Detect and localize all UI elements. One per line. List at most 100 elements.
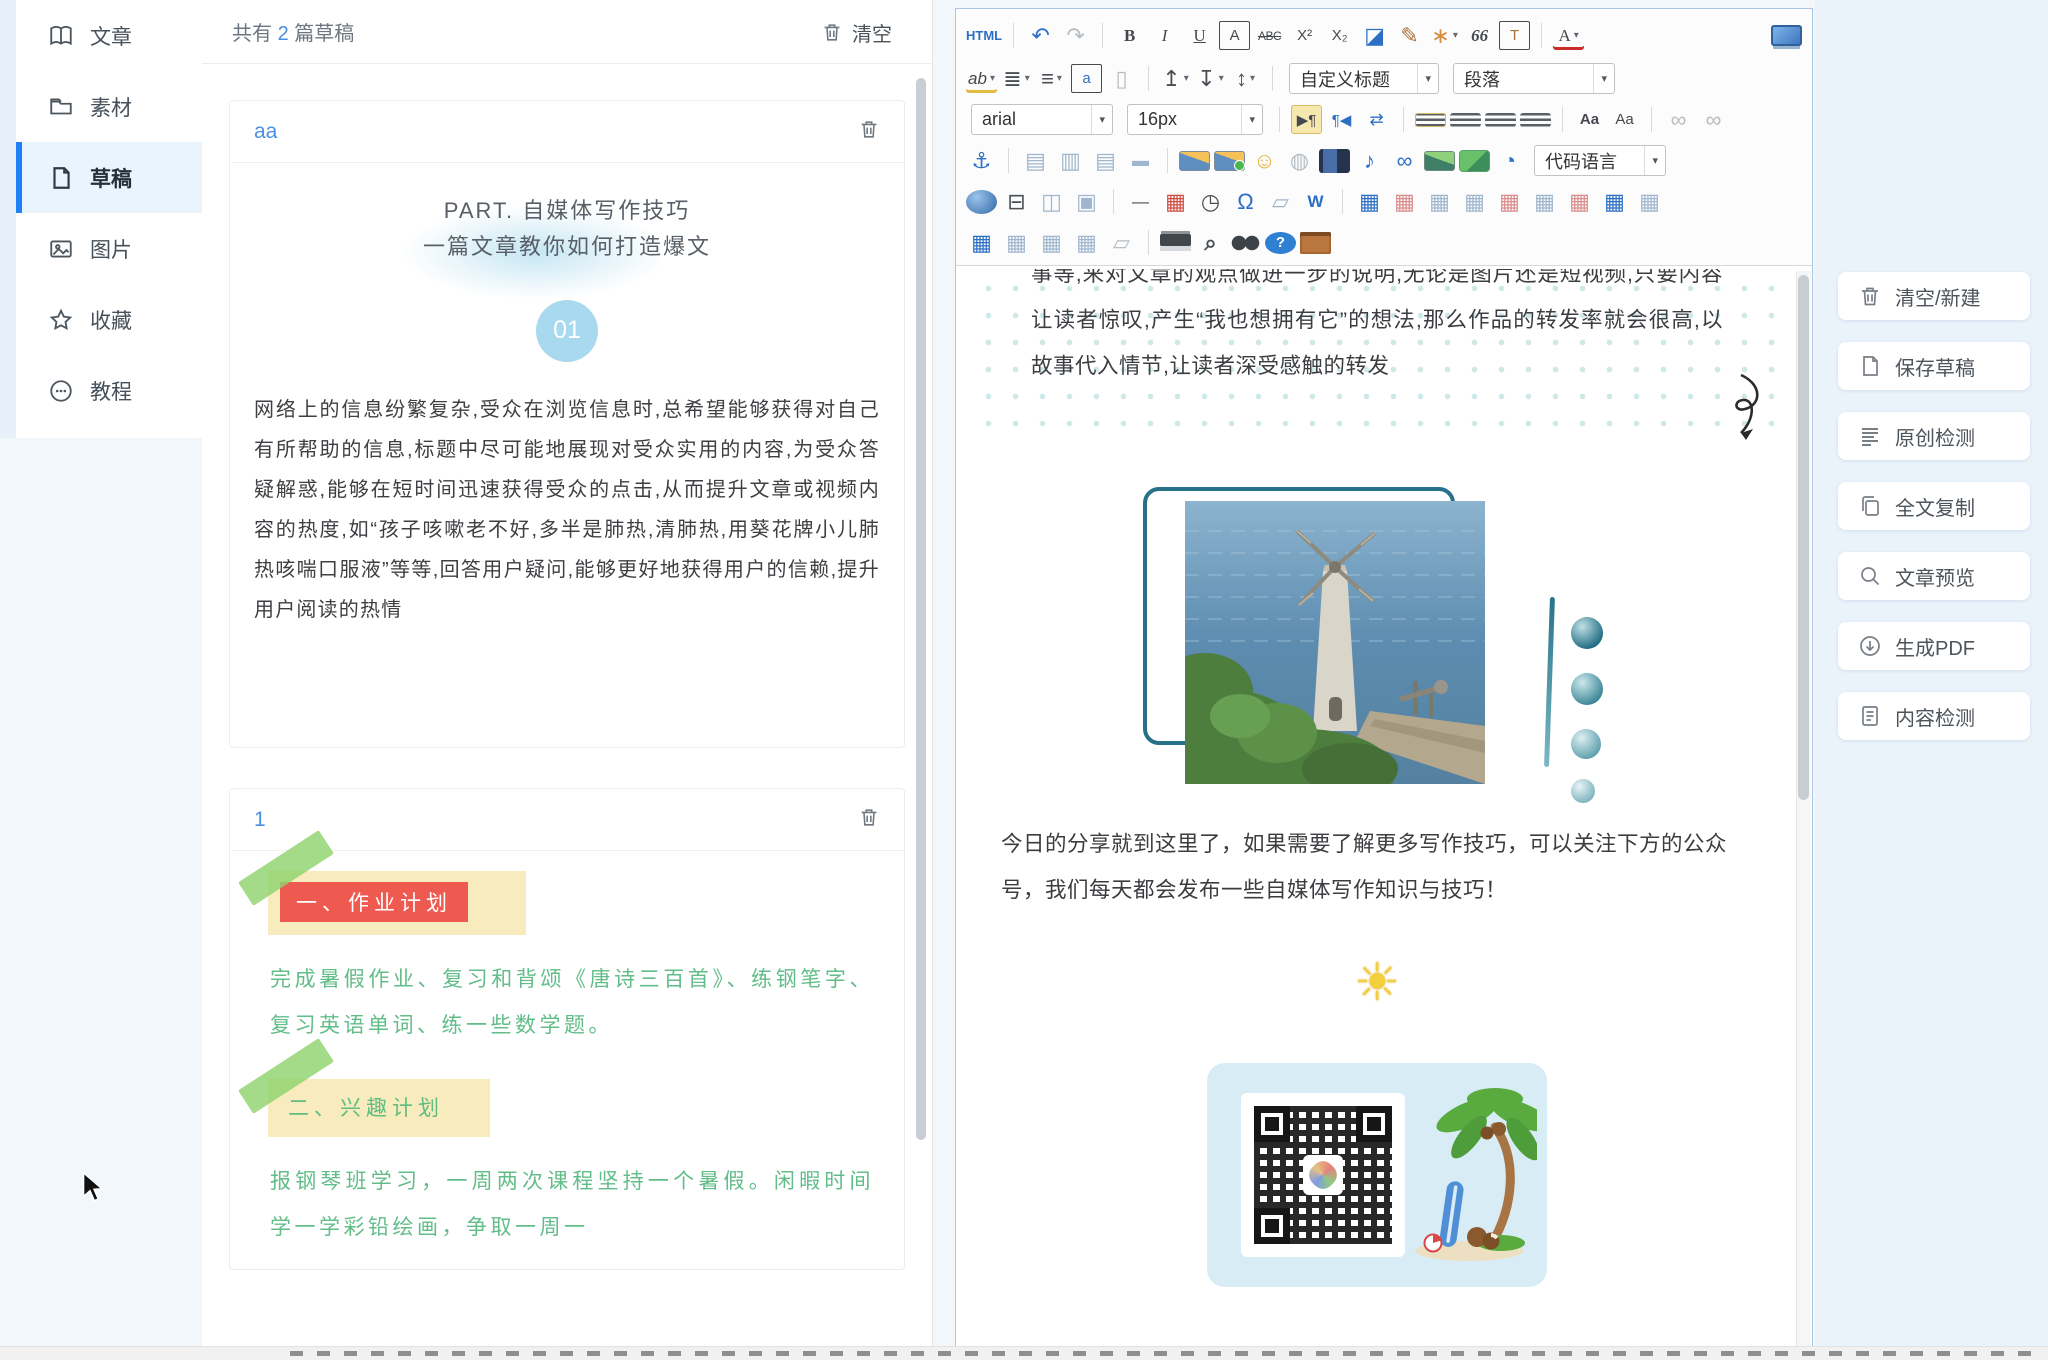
delete-row-button[interactable]: ▦ xyxy=(1494,187,1525,216)
sidebar-item-drafts[interactable]: 草稿 xyxy=(16,142,202,213)
outdent-button[interactable]: ¶◀ xyxy=(1326,105,1357,134)
undo-button[interactable]: ↶ xyxy=(1025,21,1056,50)
code-language-select[interactable]: 代码语言▾ xyxy=(1534,145,1666,176)
attachment-button[interactable]: ∞ xyxy=(1389,146,1420,175)
unordered-list-button[interactable]: ≡▾ xyxy=(1036,64,1067,93)
image-align-center-button[interactable]: ▥ xyxy=(1055,146,1086,175)
line-height-button[interactable]: ↕▾ xyxy=(1230,64,1261,93)
bottom-horizontal-scrollbar[interactable] xyxy=(0,1346,2048,1360)
delete-column-button[interactable]: ▦ xyxy=(1564,187,1595,216)
italic-button[interactable]: I xyxy=(1149,21,1180,50)
merge-cells-button[interactable]: ▦ xyxy=(1599,187,1630,216)
font-color-button[interactable]: A▾ xyxy=(1553,21,1584,50)
article-preview-button[interactable]: 文章预览 xyxy=(1838,552,2030,600)
ordered-list-button[interactable]: ≣▾ xyxy=(1001,64,1032,93)
quick-format-button[interactable]: ▱ xyxy=(1265,187,1296,216)
image-block-button[interactable]: ▬ xyxy=(1125,146,1156,175)
save-draft-button[interactable]: 保存草稿 xyxy=(1838,342,2030,390)
align-right-button[interactable] xyxy=(1485,113,1516,127)
paste-as-text-button[interactable]: T xyxy=(1499,21,1530,50)
insert-map-button[interactable] xyxy=(1459,150,1490,172)
format-painter-button[interactable]: ✎ xyxy=(1394,21,1425,50)
sidebar-item-tutorials[interactable]: 教程 xyxy=(16,355,202,426)
template-button[interactable]: ▣ xyxy=(1071,187,1102,216)
generate-pdf-button[interactable]: 生成PDF xyxy=(1838,622,2030,670)
clear-doc-button[interactable]: ▱ xyxy=(1106,228,1137,257)
windmill-image-block[interactable] xyxy=(1137,487,1617,807)
draft-card-2[interactable]: 1 一、作业计划 完成暑假作业、复习和背颂《唐诗三百首》、练钢笔字、复习英语单词… xyxy=(229,788,905,1270)
clear-new-button[interactable]: 清空/新建 xyxy=(1838,272,2030,320)
anchor-button[interactable]: ⚓ xyxy=(966,146,997,175)
paragraph-format-select[interactable]: 段落▾ xyxy=(1453,63,1615,94)
preview-button[interactable]: ⌕ xyxy=(1195,228,1226,257)
font-size-select[interactable]: 16px▾ xyxy=(1127,104,1263,135)
drafts-scrollbar-thumb[interactable] xyxy=(916,78,926,1140)
sidebar-item-images[interactable]: 图片 xyxy=(16,213,202,284)
indent-button[interactable]: ▶¶ xyxy=(1291,105,1322,134)
to-lowercase-button[interactable]: Aa xyxy=(1609,105,1640,134)
blockquote-button[interactable]: 66 xyxy=(1464,21,1495,50)
insert-column-button[interactable]: ▦ xyxy=(1529,187,1560,216)
link-button[interactable]: ∞ xyxy=(1663,105,1694,134)
paste-board-button[interactable] xyxy=(1300,232,1331,254)
image-align-right-button[interactable]: ▤ xyxy=(1090,146,1121,175)
scrawl-button[interactable]: ◍ xyxy=(1284,146,1315,175)
insert-image-button[interactable] xyxy=(1179,151,1210,171)
split-cells-button[interactable]: ▦ xyxy=(1634,187,1665,216)
print-button[interactable] xyxy=(1160,234,1191,251)
underline-button[interactable]: U xyxy=(1184,21,1215,50)
insert-music-button[interactable]: ♪ xyxy=(1354,146,1385,175)
delete-draft-button[interactable] xyxy=(858,805,880,834)
align-justify-button[interactable] xyxy=(1520,113,1551,127)
paragraph-spacing-top-button[interactable]: ↥▾ xyxy=(1160,64,1191,93)
delete-draft-button[interactable] xyxy=(858,117,880,146)
find-replace-button[interactable] xyxy=(1230,235,1261,251)
two-columns-button[interactable]: ◫ xyxy=(1036,187,1067,216)
horizontal-rule-button[interactable]: — xyxy=(1125,187,1156,216)
insert-table-button[interactable]: ▦ xyxy=(1354,187,1385,216)
bordered-text-button[interactable]: A xyxy=(1219,21,1250,50)
redo-button[interactable]: ↷ xyxy=(1060,21,1091,50)
sidebar-item-articles[interactable]: 文章 xyxy=(16,0,202,71)
content-check-button[interactable]: 内容检测 xyxy=(1838,692,2030,740)
autotypeset-button[interactable]: a xyxy=(1071,64,1102,93)
special-char-button[interactable]: Ω xyxy=(1230,187,1261,216)
magic-brush-button[interactable]: ∗▾ xyxy=(1429,21,1460,50)
table-border-button[interactable]: ▦ xyxy=(1071,228,1102,257)
eraser-button[interactable]: ◪ xyxy=(1359,21,1390,50)
align-left-button[interactable] xyxy=(1415,113,1446,127)
insert-row-button[interactable]: ▦ xyxy=(1459,187,1490,216)
html-source-button[interactable]: HTML xyxy=(966,21,1002,50)
delete-table-button[interactable]: ▦ xyxy=(1389,187,1420,216)
subscript-button[interactable]: X₂ xyxy=(1324,21,1355,50)
superscript-button[interactable]: X² xyxy=(1289,21,1320,50)
help-button[interactable]: ? xyxy=(1265,232,1296,254)
highlight-color-button[interactable]: ab▾ xyxy=(966,64,997,93)
bold-button[interactable]: B xyxy=(1114,21,1145,50)
table-props-button[interactable]: ▦ xyxy=(1424,187,1455,216)
image-align-left-button[interactable]: ▤ xyxy=(1020,146,1051,175)
to-uppercase-button[interactable]: Aa xyxy=(1574,105,1605,134)
blank-page-button[interactable]: ▯ xyxy=(1106,64,1137,93)
upload-image-button[interactable] xyxy=(1214,151,1245,171)
font-family-select[interactable]: arial▾ xyxy=(971,104,1113,135)
insert-time-button[interactable]: ◷ xyxy=(1195,187,1226,216)
clear-drafts-button[interactable]: 清空 xyxy=(821,0,892,64)
paragraph-spacing-bottom-button[interactable]: ↧▾ xyxy=(1195,64,1226,93)
custom-heading-select[interactable]: 自定义标题▾ xyxy=(1289,63,1439,94)
word-wrap-button[interactable]: ⇄ xyxy=(1361,105,1392,134)
copy-all-button[interactable]: 全文复制 xyxy=(1838,482,2030,530)
align-center-button[interactable] xyxy=(1450,113,1481,127)
table-sort-button[interactable]: ▦ xyxy=(966,228,997,257)
draft-card-1[interactable]: aa PART. 自媒体写作技巧 一篇文章教你如何打造爆文 01 网络上的信息纷… xyxy=(229,100,905,748)
insert-iframe-button[interactable] xyxy=(966,190,997,214)
insert-video-button[interactable] xyxy=(1319,149,1350,173)
sidebar-item-materials[interactable]: 素材 xyxy=(16,71,202,142)
sidebar-item-favorites[interactable]: 收藏 xyxy=(16,284,202,355)
fullscreen-monitor-button[interactable] xyxy=(1771,25,1802,46)
page-break-button[interactable]: ⊟ xyxy=(1001,187,1032,216)
table-grid-button[interactable]: ▦ xyxy=(1036,228,1067,257)
word-import-button[interactable]: W xyxy=(1300,187,1331,216)
emoji-button[interactable]: ☺ xyxy=(1249,146,1280,175)
editor-content-area[interactable]: 事等,来对文章的观点做进一步的说明,无论是图片还是短视频,只要内容让读者惊叹,产… xyxy=(957,269,1797,1351)
